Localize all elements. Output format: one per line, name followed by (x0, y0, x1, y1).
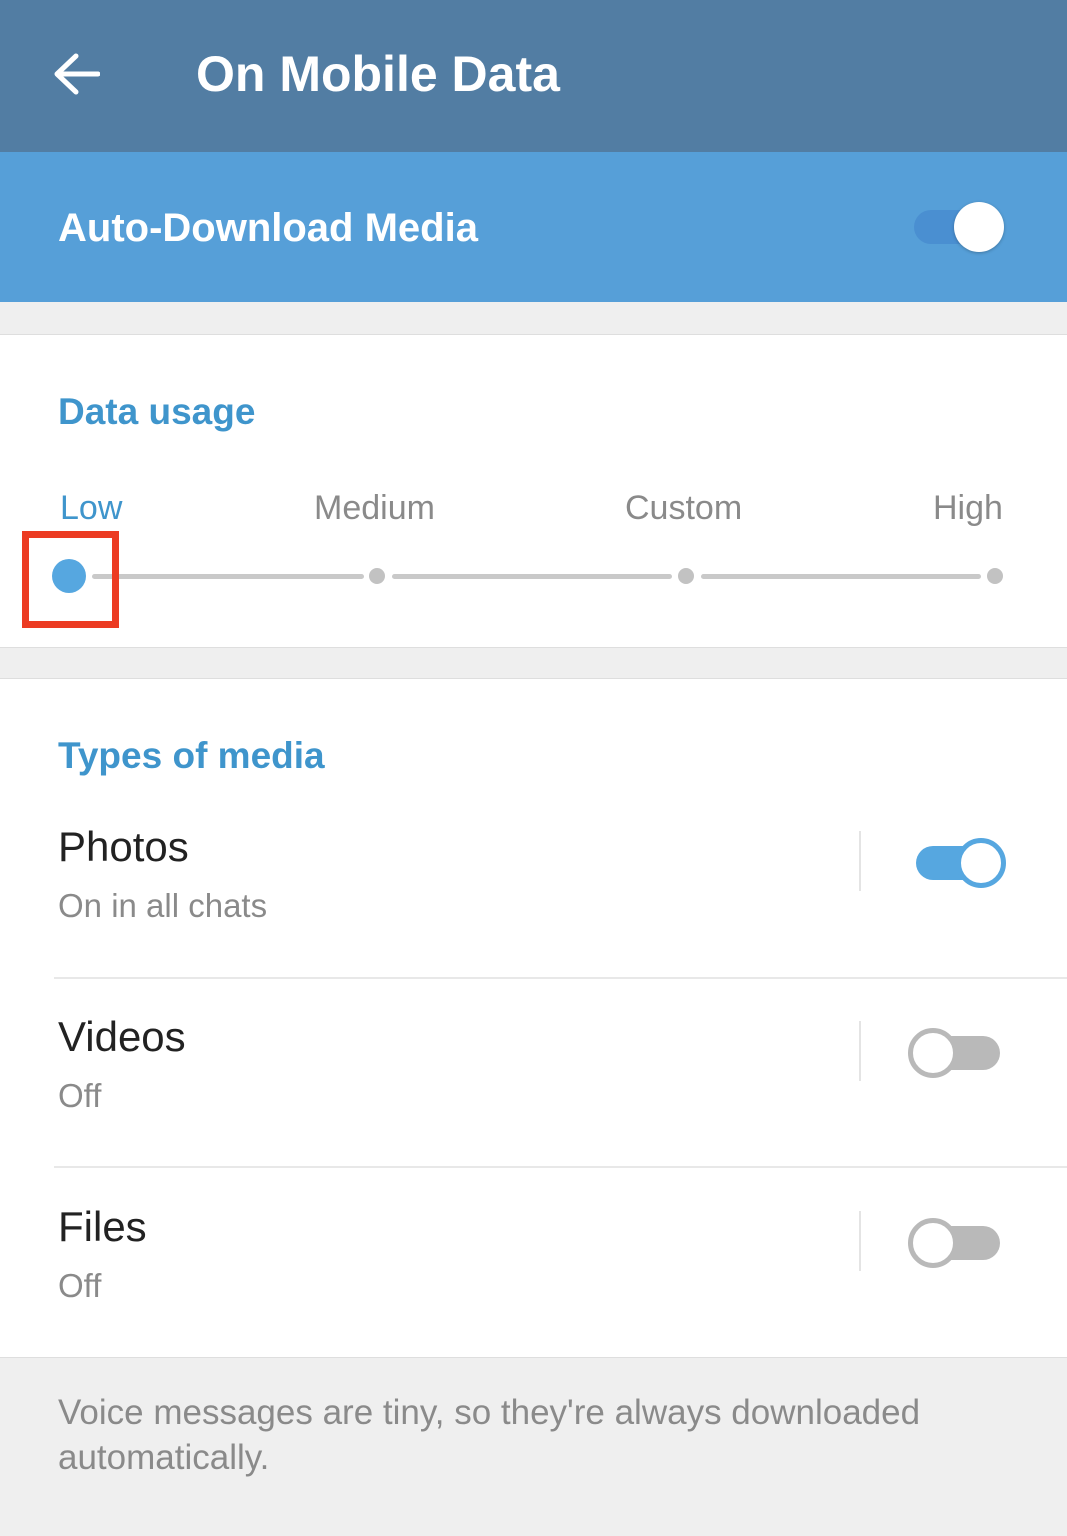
switch-thumb (956, 838, 1006, 888)
level-label-high[interactable]: High (933, 489, 1003, 528)
slider-tick-custom[interactable] (678, 568, 694, 584)
media-types-header: Types of media (58, 735, 325, 776)
row-status: Off (58, 1077, 102, 1114)
photos-switch[interactable] (912, 833, 1012, 893)
auto-download-label: Auto-Download Media (58, 206, 478, 250)
media-row-videos[interactable]: Videos Off (0, 979, 1067, 1169)
files-switch[interactable] (908, 1213, 1008, 1273)
switch-thumb (908, 1028, 958, 1078)
voice-messages-note: Voice messages are tiny, so they're alwa… (58, 1393, 921, 1477)
data-usage-card: Data usage Low Medium Custom High (0, 334, 1067, 648)
arrow-left-icon (54, 53, 100, 95)
level-label-custom[interactable]: Custom (625, 489, 742, 528)
slider-segment (92, 574, 364, 579)
media-types-card: Types of media Photos On in all chats Vi… (0, 678, 1067, 1358)
auto-download-toggle-row[interactable]: Auto-Download Media (0, 152, 1067, 302)
row-status: On in all chats (58, 887, 268, 924)
vertical-divider (859, 1211, 861, 1271)
slider-segment (392, 574, 672, 579)
slider-tick-medium[interactable] (369, 568, 385, 584)
toolbar: On Mobile Data (0, 0, 1067, 152)
switch-thumb (954, 202, 1004, 252)
row-title: Photos (58, 823, 189, 870)
row-title: Videos (58, 1013, 186, 1060)
videos-switch[interactable] (908, 1023, 1008, 1083)
level-label-medium[interactable]: Medium (314, 489, 435, 528)
vertical-divider (859, 1021, 861, 1081)
slider-segment (701, 574, 981, 579)
data-usage-header: Data usage (58, 391, 256, 432)
switch-thumb (908, 1218, 958, 1268)
back-button[interactable] (46, 44, 106, 104)
row-title: Files (58, 1203, 147, 1250)
page-title: On Mobile Data (196, 46, 560, 102)
media-row-photos[interactable]: Photos On in all chats (0, 789, 1067, 979)
vertical-divider (859, 831, 861, 891)
row-status: Off (58, 1267, 102, 1304)
auto-download-switch[interactable] (910, 197, 1010, 257)
slider-knob[interactable] (52, 559, 86, 593)
media-row-files[interactable]: Files Off (0, 1169, 1067, 1359)
row-divider (54, 1166, 1067, 1168)
level-label-low[interactable]: Low (60, 489, 122, 528)
slider-tick-high[interactable] (987, 568, 1003, 584)
